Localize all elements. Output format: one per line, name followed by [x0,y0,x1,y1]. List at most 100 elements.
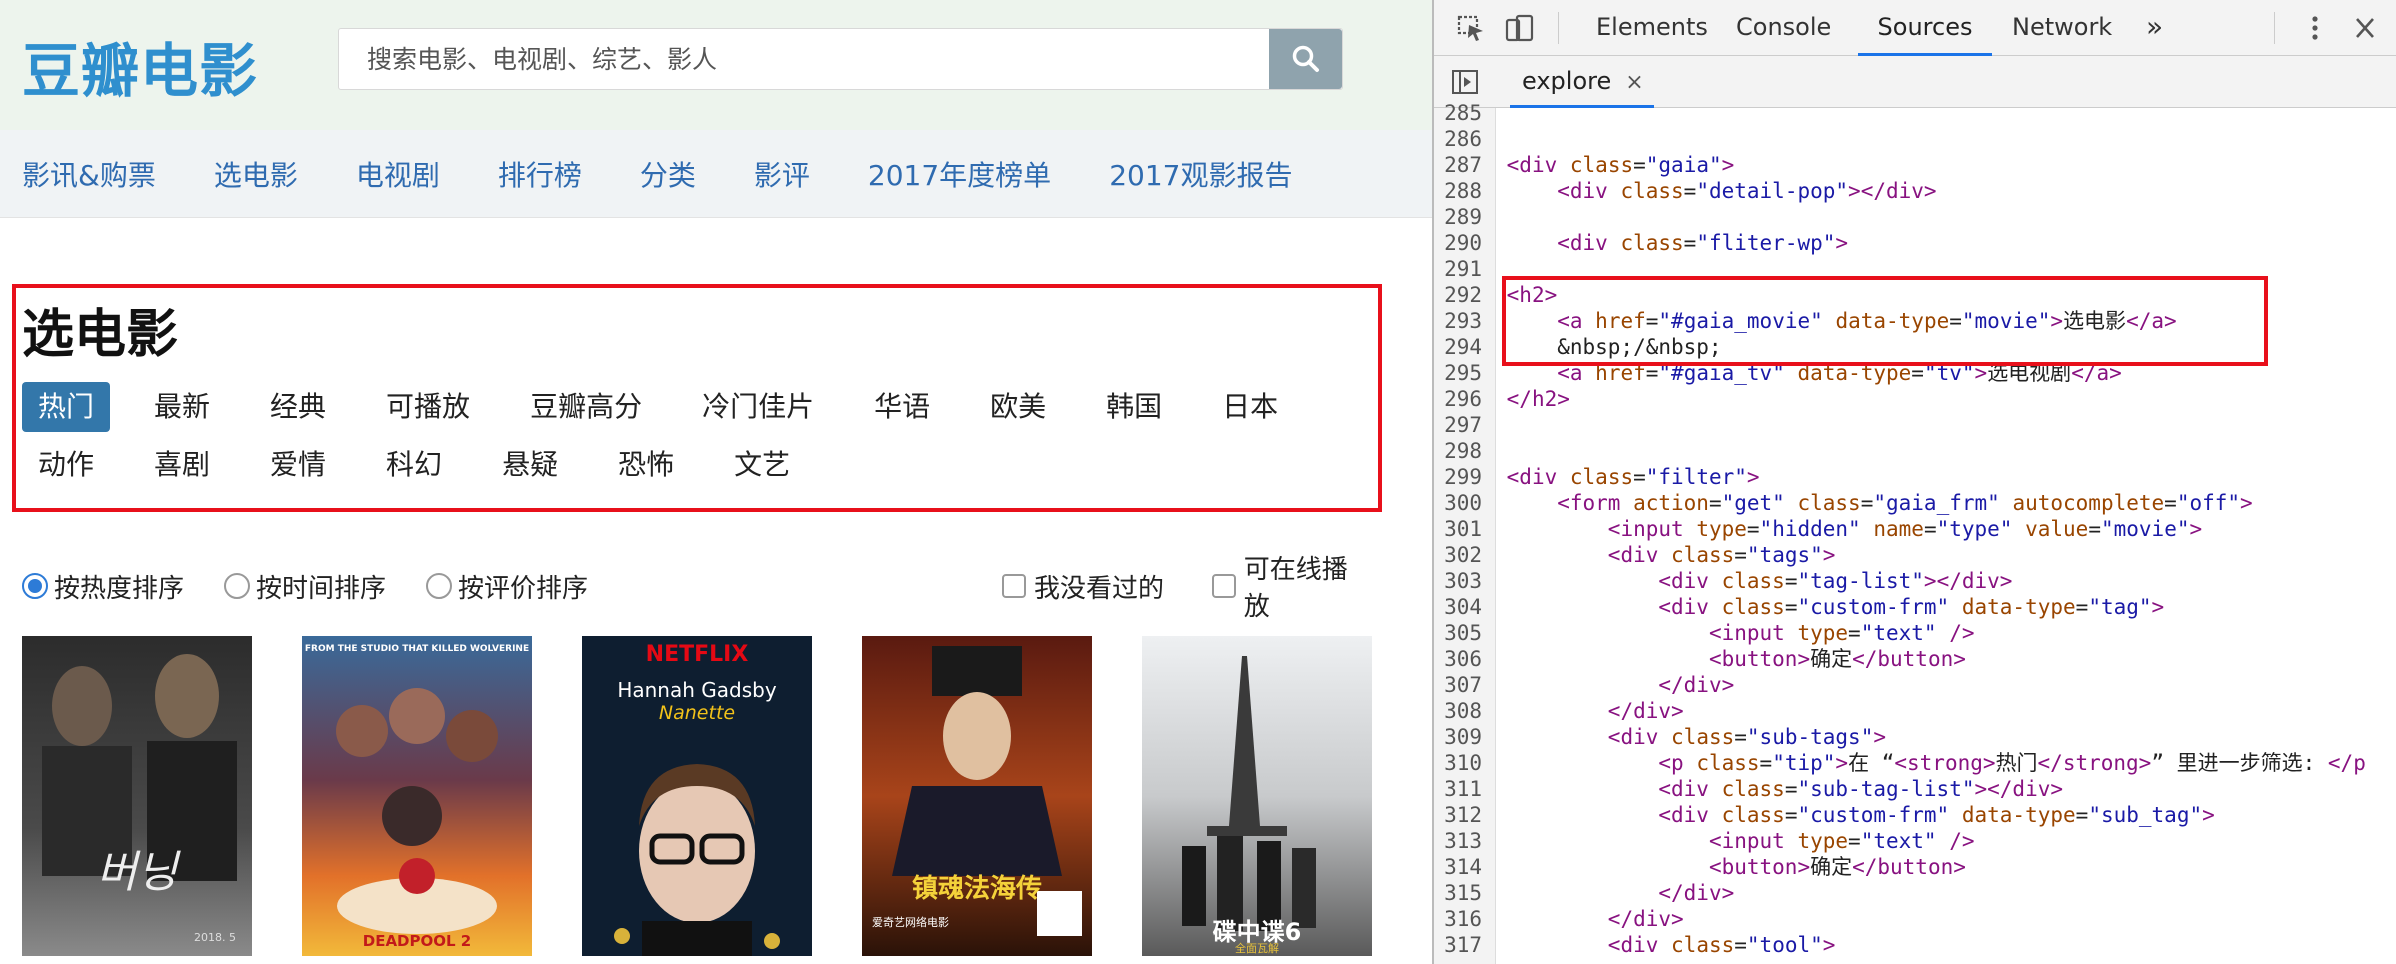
tab-elements[interactable]: Elements [1596,0,1708,56]
line-number[interactable]: 300 [1434,490,1494,516]
line-number[interactable]: 293 [1434,308,1494,334]
line-number[interactable]: 317 [1434,932,1494,958]
site-logo[interactable]: 豆瓣电影 [22,24,258,108]
line-number[interactable]: 303 [1434,568,1494,594]
tag-arthouse[interactable]: 文艺 [718,440,806,490]
code-line[interactable]: 312 <div class="custom-frm" data-type="s… [1434,802,2396,828]
tag-action[interactable]: 动作 [22,440,110,490]
code-line[interactable]: 303 <div class="tag-list"></div> [1434,568,2396,594]
code-line[interactable]: 313 <input type="text" /> [1434,828,2396,854]
nav-item-annual-report[interactable]: 2017观影报告 [1109,154,1292,194]
line-number[interactable]: 312 [1434,802,1494,828]
code-line[interactable]: 288 <div class="detail-pop"></div> [1434,178,2396,204]
nav-item-annual-list[interactable]: 2017年度榜单 [868,154,1051,194]
movie-poster[interactable]: NETFLIX Hannah Gadsby Nanette [582,636,812,956]
device-toolbar-icon[interactable] [1504,14,1534,42]
line-number[interactable]: 290 [1434,230,1494,256]
code-line[interactable]: 298 [1434,438,2396,464]
tag-korean[interactable]: 韩国 [1090,382,1178,432]
code-line[interactable]: 296 </h2> [1434,386,2396,412]
code-line[interactable]: 300 <form action="get" class="gaia_frm" … [1434,490,2396,516]
search-input[interactable] [339,29,1269,89]
nav-item-showtimes[interactable]: 影讯&购票 [22,154,156,194]
movie-poster[interactable]: FROM THE STUDIO THAT KILLED WOLVERINE DE… [302,636,532,956]
line-number[interactable]: 297 [1434,412,1494,438]
tag-classic[interactable]: 经典 [254,382,342,432]
line-number[interactable]: 295 [1434,360,1494,386]
code-line[interactable]: 314 <button>确定</button> [1434,854,2396,880]
tag-high-rated[interactable]: 豆瓣高分 [514,382,658,432]
tag-western[interactable]: 欧美 [974,382,1062,432]
line-number[interactable]: 316 [1434,906,1494,932]
code-line[interactable]: 286 [1434,126,2396,152]
code-line[interactable]: 310 <p class="tip">在 “<strong>热门</strong… [1434,750,2396,776]
line-number[interactable]: 315 [1434,880,1494,906]
tag-chinese[interactable]: 华语 [858,382,946,432]
line-number[interactable]: 288 [1434,178,1494,204]
code-line[interactable]: 311 <div class="sub-tag-list"></div> [1434,776,2396,802]
toggle-navigator-icon[interactable] [1450,68,1480,96]
nav-item-tv[interactable]: 电视剧 [356,154,440,194]
line-number[interactable]: 304 [1434,594,1494,620]
movie-poster[interactable]: 镇魂法海传 爱奇艺网络电影 [862,636,1092,956]
line-number[interactable]: 313 [1434,828,1494,854]
tag-scifi[interactable]: 科幻 [370,440,458,490]
code-line[interactable]: 308 </div> [1434,698,2396,724]
tag-latest[interactable]: 最新 [138,382,226,432]
line-number[interactable]: 299 [1434,464,1494,490]
code-line[interactable]: 302 <div class="tags"> [1434,542,2396,568]
movie-poster[interactable]: 버닝 2018. 5 [22,636,252,956]
line-number[interactable]: 310 [1434,750,1494,776]
line-number[interactable]: 301 [1434,516,1494,542]
line-number[interactable]: 308 [1434,698,1494,724]
tag-playable[interactable]: 可播放 [370,382,486,432]
code-line[interactable]: 289 [1434,204,2396,230]
code-line[interactable]: 317 <div class="tool"> [1434,932,2396,958]
line-number[interactable]: 285 [1434,100,1494,126]
nav-item-reviews[interactable]: 影评 [754,154,810,194]
line-number[interactable]: 298 [1434,438,1494,464]
close-tab-icon[interactable]: × [1625,70,1643,95]
nav-item-charts[interactable]: 排行榜 [498,154,582,194]
tag-horror[interactable]: 恐怖 [602,440,690,490]
tag-hot[interactable]: 热门 [22,382,111,432]
line-number[interactable]: 307 [1434,672,1494,698]
more-tabs-button[interactable]: » [2146,0,2163,56]
code-line[interactable]: 285 [1434,100,2396,126]
inspect-element-icon[interactable] [1456,14,1486,42]
tab-console[interactable]: Console [1736,0,1831,56]
nav-item-categories[interactable]: 分类 [640,154,696,194]
line-number[interactable]: 286 [1434,126,1494,152]
code-line[interactable]: 290 <div class="fliter-wp"> [1434,230,2396,256]
line-number[interactable]: 302 [1434,542,1494,568]
line-number[interactable]: 292 [1434,282,1494,308]
close-devtools-icon[interactable] [2350,14,2380,42]
code-line[interactable]: 304 <div class="custom-frm" data-type="t… [1434,594,2396,620]
movie-poster[interactable]: 碟中谍6 全面瓦解 [1142,636,1372,956]
unwatched-checkbox[interactable]: 我没看过的 [1002,568,1164,605]
code-line[interactable]: 305 <input type="text" /> [1434,620,2396,646]
line-number[interactable]: 287 [1434,152,1494,178]
code-line[interactable]: 306 <button>确定</button> [1434,646,2396,672]
code-line[interactable]: 316 </div> [1434,906,2396,932]
online-playable-checkbox[interactable]: 可在线播放 [1212,549,1372,623]
code-line[interactable]: 297 [1434,412,2396,438]
line-number[interactable]: 314 [1434,854,1494,880]
kebab-menu-icon[interactable] [2300,14,2330,42]
tag-romance[interactable]: 爱情 [254,440,342,490]
tab-network[interactable]: Network [2012,0,2112,56]
line-number[interactable]: 294 [1434,334,1494,360]
line-number[interactable]: 296 [1434,386,1494,412]
tag-mystery[interactable]: 悬疑 [486,440,574,490]
code-line[interactable]: 309 <div class="sub-tags"> [1434,724,2396,750]
tag-hidden-gems[interactable]: 冷门佳片 [686,382,830,432]
code-line[interactable]: 299 <div class="filter"> [1434,464,2396,490]
tag-comedy[interactable]: 喜剧 [138,440,226,490]
line-number[interactable]: 291 [1434,256,1494,282]
code-line[interactable]: 315 </div> [1434,880,2396,906]
line-number[interactable]: 289 [1434,204,1494,230]
sort-by-popularity[interactable]: 按热度排序 [22,568,184,605]
code-line[interactable]: 287 <div class="gaia"> [1434,152,2396,178]
search-button[interactable] [1269,29,1342,89]
line-number[interactable]: 306 [1434,646,1494,672]
